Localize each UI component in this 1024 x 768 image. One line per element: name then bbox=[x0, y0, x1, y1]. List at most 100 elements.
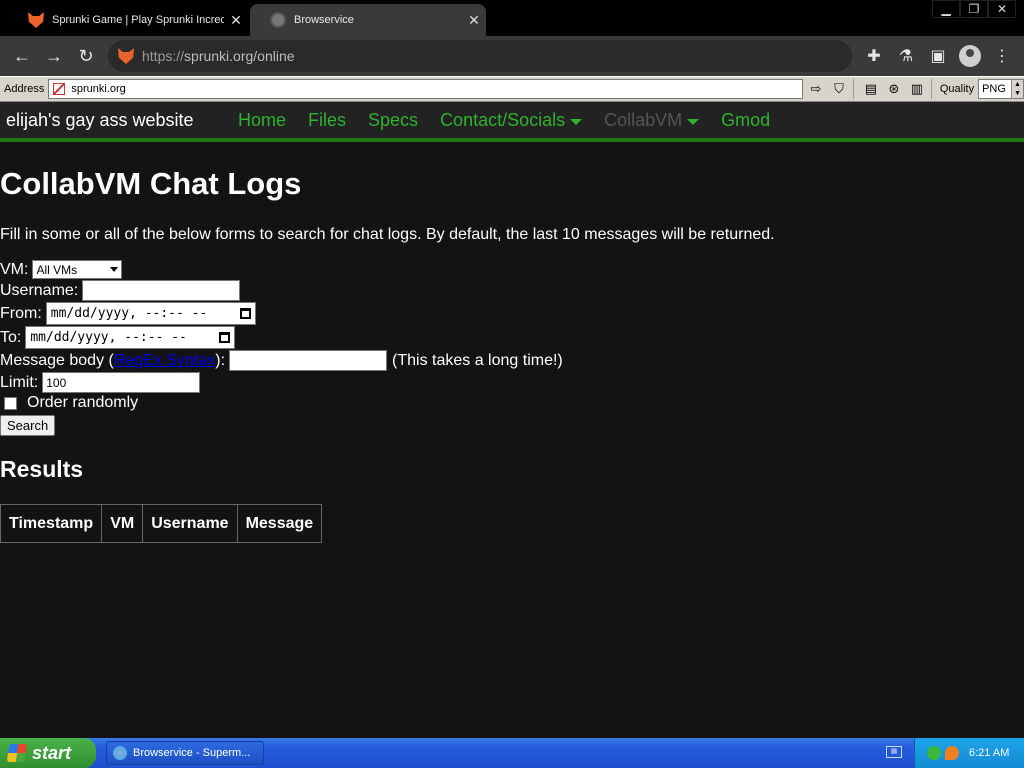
nav-files[interactable]: Files bbox=[308, 110, 346, 131]
calendar-icon[interactable] bbox=[239, 308, 251, 319]
start-button[interactable]: start bbox=[0, 738, 96, 768]
nav-specs[interactable]: Specs bbox=[368, 110, 418, 131]
reload-icon[interactable]: ↻ bbox=[70, 40, 102, 72]
minimize-icon[interactable]: ▁ bbox=[932, 0, 960, 18]
message-row: Message body (RegEx Syntax): (This takes… bbox=[0, 350, 563, 371]
bookmarks-list-icon[interactable]: ▤ bbox=[861, 79, 881, 99]
maximize-icon[interactable]: ❐ bbox=[960, 0, 988, 18]
taskbar-window-label: Browservice - Superm... bbox=[133, 747, 251, 759]
start-label: start bbox=[32, 742, 72, 763]
nav-home[interactable]: Home bbox=[238, 110, 286, 131]
search-button[interactable]: Search bbox=[0, 415, 56, 436]
profile-avatar-icon[interactable] bbox=[954, 40, 986, 72]
find-binoculars-icon[interactable]: ⊛ bbox=[884, 79, 904, 99]
from-placeholder: mm/dd/yyyy, --:-- -- bbox=[50, 306, 208, 321]
keyboard-icon[interactable]: ▦ bbox=[886, 746, 902, 758]
go-arrow-icon[interactable]: ⇨ bbox=[806, 79, 826, 99]
tab-browservice[interactable]: Browservice ✕ bbox=[250, 4, 486, 36]
bookmark-icon[interactable]: ⛉ bbox=[829, 79, 849, 99]
network-tray-icon[interactable] bbox=[927, 746, 941, 760]
from-datetime-input[interactable]: mm/dd/yyyy, --:-- -- bbox=[45, 302, 256, 325]
to-placeholder: mm/dd/yyyy, --:-- -- bbox=[30, 330, 187, 345]
labs-flask-icon[interactable]: ⚗ bbox=[890, 40, 922, 72]
username-row: Username: bbox=[0, 280, 241, 301]
order-randomly-label: Order randomly bbox=[27, 394, 139, 411]
search-tray-icon[interactable] bbox=[945, 746, 959, 760]
calendar-icon[interactable] bbox=[219, 332, 231, 343]
quality-label: Quality bbox=[939, 83, 975, 95]
tab-title: Browservice bbox=[294, 14, 354, 26]
taskbar-window-browservice[interactable]: Browservice - Superm... bbox=[106, 741, 264, 765]
username-label: Username: bbox=[0, 281, 79, 299]
nav-contact-label: Contact/Socials bbox=[440, 109, 566, 130]
toolbar-actions: ✚ ⚗ ▣ ⋮ bbox=[858, 40, 1018, 72]
order-randomly-checkbox[interactable] bbox=[4, 396, 17, 410]
side-panel-icon[interactable]: ▣ bbox=[922, 40, 954, 72]
col-username: Username bbox=[142, 504, 238, 543]
page-title: CollabVM Chat Logs bbox=[0, 166, 302, 201]
vm-row: VM: All VMs bbox=[0, 260, 123, 279]
quality-select[interactable]: PNG ▲ ▼ bbox=[978, 79, 1024, 99]
address-value: sprunki.org bbox=[71, 83, 126, 95]
message-label-post: ): bbox=[215, 351, 226, 369]
tab-strip: Sprunki Game | Play Sprunki Incredibox O… bbox=[0, 0, 1024, 36]
site-nav: elijah's gay ass website Home Files Spec… bbox=[0, 102, 1024, 142]
results-table: Timestamp VM Username Message bbox=[0, 504, 323, 543]
nav-collabvm[interactable]: CollabVM bbox=[604, 109, 700, 131]
to-label: To: bbox=[0, 328, 22, 346]
col-vm: VM bbox=[101, 504, 144, 543]
window-controls: ▁ ❐ ✕ bbox=[932, 0, 1016, 18]
limit-value: 100 bbox=[46, 375, 67, 390]
url-path: sprunki.org/online bbox=[184, 48, 295, 64]
to-datetime-input[interactable]: mm/dd/yyyy, --:-- -- bbox=[25, 326, 236, 349]
limit-row: Limit: 100 bbox=[0, 372, 201, 393]
back-arrow-icon[interactable]: ← bbox=[6, 40, 38, 72]
omnibox[interactable]: https://sprunki.org/online bbox=[108, 40, 852, 72]
nav-contact-socials[interactable]: Contact/Socials bbox=[440, 109, 583, 131]
search-row: Search bbox=[0, 415, 56, 436]
clock: 6:21 AM bbox=[969, 747, 1010, 759]
intro-text: Fill in some or all of the below forms t… bbox=[0, 226, 775, 243]
separator bbox=[930, 79, 932, 99]
spinner-arrows-icon[interactable]: ▲ ▼ bbox=[1011, 80, 1024, 98]
browser-toolbar: ← → ↻ https://sprunki.org/online ✚ ⚗ ▣ ⋮ bbox=[0, 36, 1024, 76]
vm-select[interactable]: All VMs bbox=[32, 260, 123, 279]
separator bbox=[852, 79, 854, 99]
from-row: From: mm/dd/yyyy, --:-- -- bbox=[0, 302, 256, 325]
forward-arrow-icon[interactable]: → bbox=[38, 40, 70, 72]
site-favicon-icon bbox=[118, 48, 134, 64]
order-row: Order randomly bbox=[0, 394, 142, 412]
clipboard-icon[interactable]: ▥ bbox=[907, 79, 927, 99]
taskbar: start Browservice - Superm... ▦ 6:21 AM bbox=[0, 738, 1024, 768]
extensions-puzzle-icon[interactable]: ✚ bbox=[858, 40, 890, 72]
close-window-icon[interactable]: ✕ bbox=[988, 0, 1016, 18]
limit-input[interactable]: 100 bbox=[42, 372, 201, 393]
tab-title: Sprunki Game | Play Sprunki Incredibox O… bbox=[52, 14, 224, 26]
kebab-menu-icon[interactable]: ⋮ bbox=[986, 40, 1018, 72]
table-header-row: Timestamp VM Username Message bbox=[0, 504, 323, 543]
system-tray: 6:21 AM bbox=[914, 738, 1024, 768]
fox-favicon-icon bbox=[28, 12, 44, 28]
username-input[interactable] bbox=[82, 280, 241, 301]
no-favicon-icon bbox=[53, 83, 66, 95]
nav-collabvm-label: CollabVM bbox=[604, 109, 683, 130]
close-tab-icon[interactable]: ✕ bbox=[462, 12, 486, 29]
browservice-bar: Address sprunki.org ⇨ ⛉ ▤ ⊛ ▥ Quality PN… bbox=[0, 76, 1024, 102]
close-tab-icon[interactable]: ✕ bbox=[224, 12, 248, 29]
regex-syntax-link[interactable]: RegEx Syntax bbox=[114, 352, 215, 370]
site-brand: elijah's gay ass website bbox=[6, 109, 194, 130]
to-row: To: mm/dd/yyyy, --:-- -- bbox=[0, 326, 236, 349]
results-heading: Results bbox=[0, 456, 84, 482]
vm-select-value: All VMs bbox=[36, 262, 78, 277]
col-timestamp: Timestamp bbox=[0, 504, 103, 543]
message-hint: (This takes a long time!) bbox=[392, 351, 563, 369]
caret-down-icon bbox=[570, 119, 583, 125]
tab-sprunki[interactable]: Sprunki Game | Play Sprunki Incredibox O… bbox=[8, 4, 248, 36]
vm-label: VM: bbox=[0, 260, 29, 278]
message-label-pre: Message body ( bbox=[0, 351, 114, 369]
nav-gmod[interactable]: Gmod bbox=[721, 110, 770, 131]
address-input[interactable]: sprunki.org bbox=[48, 79, 803, 99]
message-body-input[interactable] bbox=[229, 350, 388, 371]
globe-favicon-icon bbox=[270, 12, 286, 28]
url-scheme: https:// bbox=[142, 48, 185, 64]
